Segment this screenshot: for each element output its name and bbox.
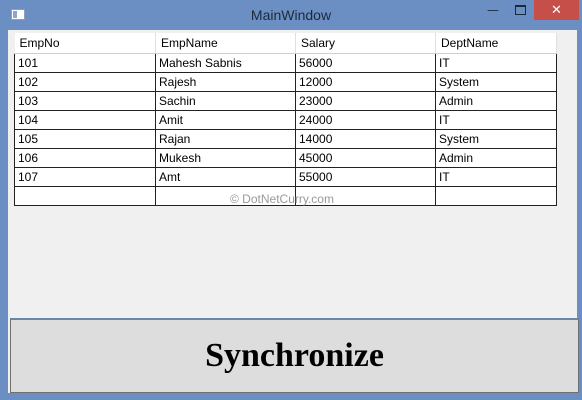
table-cell[interactable]: 104 <box>14 110 156 130</box>
title-bar[interactable]: MainWindow — ✕ <box>0 0 582 30</box>
table-row[interactable]: 102 Rajesh 12000 System <box>14 72 557 92</box>
table-cell[interactable]: System <box>435 72 557 92</box>
watermark-text: © DotNetCurry.com <box>230 192 334 206</box>
table-row[interactable]: 101 Mahesh Sabnis 56000 IT <box>14 53 557 73</box>
minimize-icon: — <box>487 3 499 17</box>
header-row: EmpNo EmpName Salary DeptName <box>14 33 557 54</box>
table-cell[interactable]: 55000 <box>295 167 436 187</box>
table-cell[interactable]: 14000 <box>295 129 436 149</box>
table-cell[interactable]: Amt <box>155 167 296 187</box>
table-cell[interactable]: Admin <box>435 148 557 168</box>
table-cell[interactable]: Mukesh <box>155 148 296 168</box>
table-row[interactable]: 106 Mukesh 45000 Admin <box>14 148 557 168</box>
table-cell[interactable]: Rajan <box>155 129 296 149</box>
table-cell[interactable]: 45000 <box>295 148 436 168</box>
employee-data-grid[interactable]: EmpNo EmpName Salary DeptName 101 Mahesh… <box>14 33 557 206</box>
close-button[interactable]: ✕ <box>534 0 579 20</box>
table-cell[interactable]: IT <box>435 110 557 130</box>
column-header-salary[interactable]: Salary <box>295 33 436 54</box>
table-cell[interactable]: Admin <box>435 91 557 111</box>
table-row[interactable]: 107 Amt 55000 IT <box>14 167 557 187</box>
table-cell[interactable]: 101 <box>14 53 156 73</box>
table-cell[interactable]: Amit <box>155 110 296 130</box>
minimize-button[interactable]: — <box>478 0 508 20</box>
table-cell[interactable]: 23000 <box>295 91 436 111</box>
column-header-empno[interactable]: EmpNo <box>14 33 156 54</box>
column-header-empname[interactable]: EmpName <box>155 33 296 54</box>
client-area: EmpNo EmpName Salary DeptName 101 Mahesh… <box>8 30 579 393</box>
synchronize-button[interactable]: Synchronize <box>10 318 579 393</box>
main-window: MainWindow — ✕ EmpNo EmpName Salary Dept… <box>0 0 582 400</box>
table-cell[interactable]: 56000 <box>295 53 436 73</box>
table-cell[interactable]: 103 <box>14 91 156 111</box>
table-cell[interactable]: 107 <box>14 167 156 187</box>
table-cell[interactable]: System <box>435 129 557 149</box>
table-cell[interactable]: IT <box>435 53 557 73</box>
column-header-deptname[interactable]: DeptName <box>435 33 557 54</box>
table-cell[interactable]: Mahesh Sabnis <box>155 53 296 73</box>
table-cell[interactable] <box>435 186 557 206</box>
table-cell[interactable]: 12000 <box>295 72 436 92</box>
table-cell[interactable]: 105 <box>14 129 156 149</box>
table-cell[interactable] <box>14 186 156 206</box>
table-cell[interactable]: 24000 <box>295 110 436 130</box>
maximize-button[interactable] <box>505 0 535 20</box>
table-cell[interactable]: Sachin <box>155 91 296 111</box>
table-cell[interactable]: IT <box>435 167 557 187</box>
maximize-icon <box>514 5 526 15</box>
table-row[interactable]: 104 Amit 24000 IT <box>14 110 557 130</box>
table-cell[interactable]: 102 <box>14 72 156 92</box>
table-cell[interactable]: 106 <box>14 148 156 168</box>
table-row[interactable]: 103 Sachin 23000 Admin <box>14 91 557 111</box>
close-icon: ✕ <box>551 2 562 18</box>
table-cell[interactable]: Rajesh <box>155 72 296 92</box>
table-row[interactable]: 105 Rajan 14000 System <box>14 129 557 149</box>
